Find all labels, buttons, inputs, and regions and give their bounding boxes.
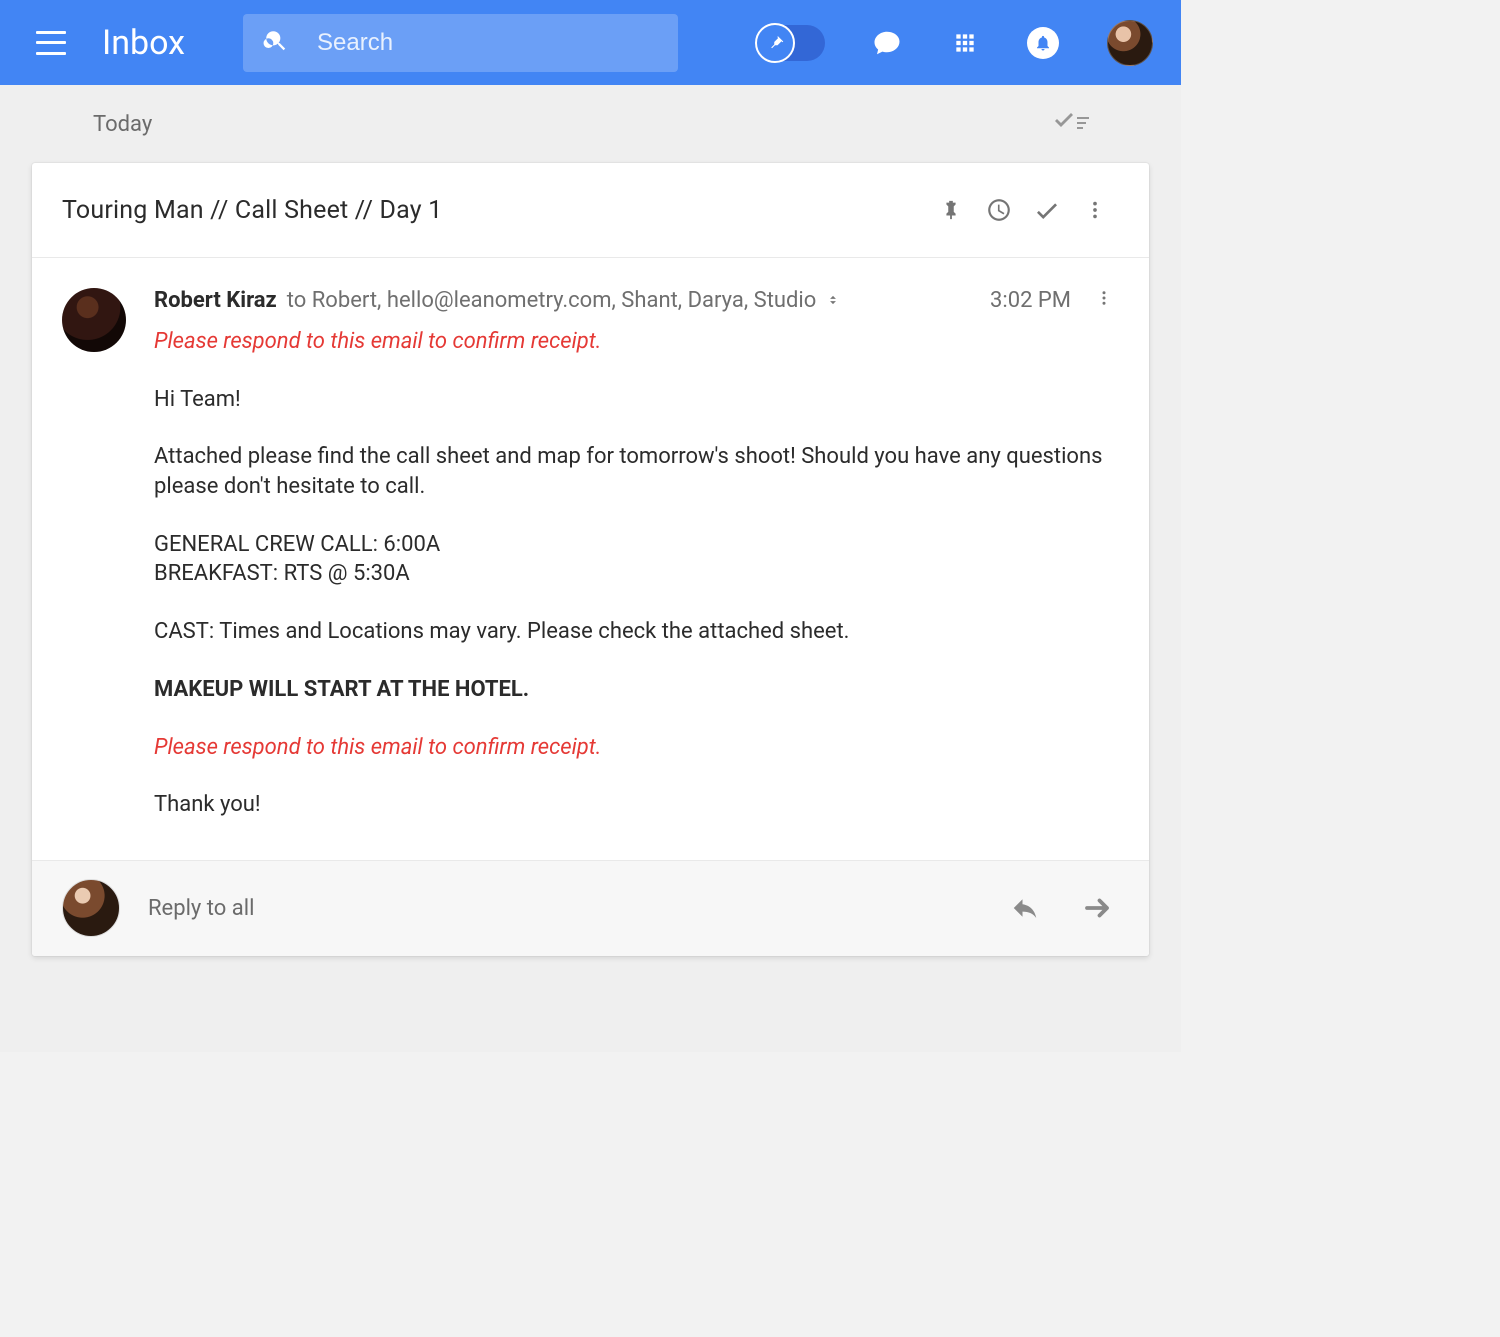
expand-recipients-icon[interactable] <box>826 288 840 313</box>
sender-name: Robert Kiraz <box>154 288 277 313</box>
sweep-icon[interactable] <box>1053 109 1089 139</box>
section-label: Today <box>93 112 152 137</box>
email-card: Touring Man // Call Sheet // Day 1 Rober… <box>32 163 1149 956</box>
message-meta: Robert Kiraz to Robert, hello@leanometry… <box>154 288 1119 313</box>
pin-icon <box>755 23 795 63</box>
done-button[interactable] <box>1023 186 1071 234</box>
confirm-line-bottom: Please respond to this email to confirm … <box>154 733 1119 763</box>
notifications-button[interactable] <box>1027 27 1059 59</box>
app-title: Inbox <box>102 23 185 63</box>
my-avatar[interactable] <box>62 879 120 937</box>
chat-icon[interactable] <box>871 27 903 59</box>
search-icon <box>263 28 289 58</box>
cast-line: CAST: Times and Locations may vary. Plea… <box>154 617 1119 647</box>
message-time: 3:02 PM <box>990 288 1071 313</box>
snooze-button[interactable] <box>975 186 1023 234</box>
pin-button[interactable] <box>927 186 975 234</box>
more-menu-button[interactable] <box>1071 186 1119 234</box>
breakfast-line: BREAKFAST: RTS @ 5:30A <box>154 559 1119 589</box>
body-paragraph: Attached please find the call sheet and … <box>154 442 1119 501</box>
apps-grid-icon[interactable] <box>949 27 981 59</box>
user-avatar[interactable] <box>1107 20 1153 66</box>
signoff: Thank you! <box>154 790 1119 820</box>
forward-button[interactable] <box>1075 886 1119 930</box>
reply-row: Reply to all <box>32 860 1149 956</box>
section-header: Today <box>0 85 1181 163</box>
recipients-line: to Robert, hello@leanometry.com, Shant, … <box>287 288 817 313</box>
reply-all-field[interactable]: Reply to all <box>148 896 975 921</box>
email-subject: Touring Man // Call Sheet // Day 1 <box>62 196 927 225</box>
crew-call-line: GENERAL CREW CALL: 6:00A <box>154 530 1119 560</box>
message-body: Please respond to this email to confirm … <box>154 327 1119 820</box>
message: Robert Kiraz to Robert, hello@leanometry… <box>32 258 1149 860</box>
sender-avatar[interactable] <box>62 288 126 352</box>
app-window: Inbox Today <box>0 0 1181 1052</box>
pin-toggle[interactable] <box>755 25 825 61</box>
makeup-line: MAKEUP WILL START AT THE HOTEL. <box>154 675 1119 705</box>
message-more-button[interactable] <box>1089 288 1119 313</box>
search-input[interactable] <box>317 29 658 57</box>
search-box[interactable] <box>243 14 678 72</box>
greeting: Hi Team! <box>154 385 1119 415</box>
app-header: Inbox <box>0 0 1181 85</box>
menu-button[interactable] <box>36 31 66 55</box>
reply-button[interactable] <box>1003 886 1047 930</box>
confirm-line-top: Please respond to this email to confirm … <box>154 327 1119 357</box>
email-header: Touring Man // Call Sheet // Day 1 <box>32 163 1149 258</box>
